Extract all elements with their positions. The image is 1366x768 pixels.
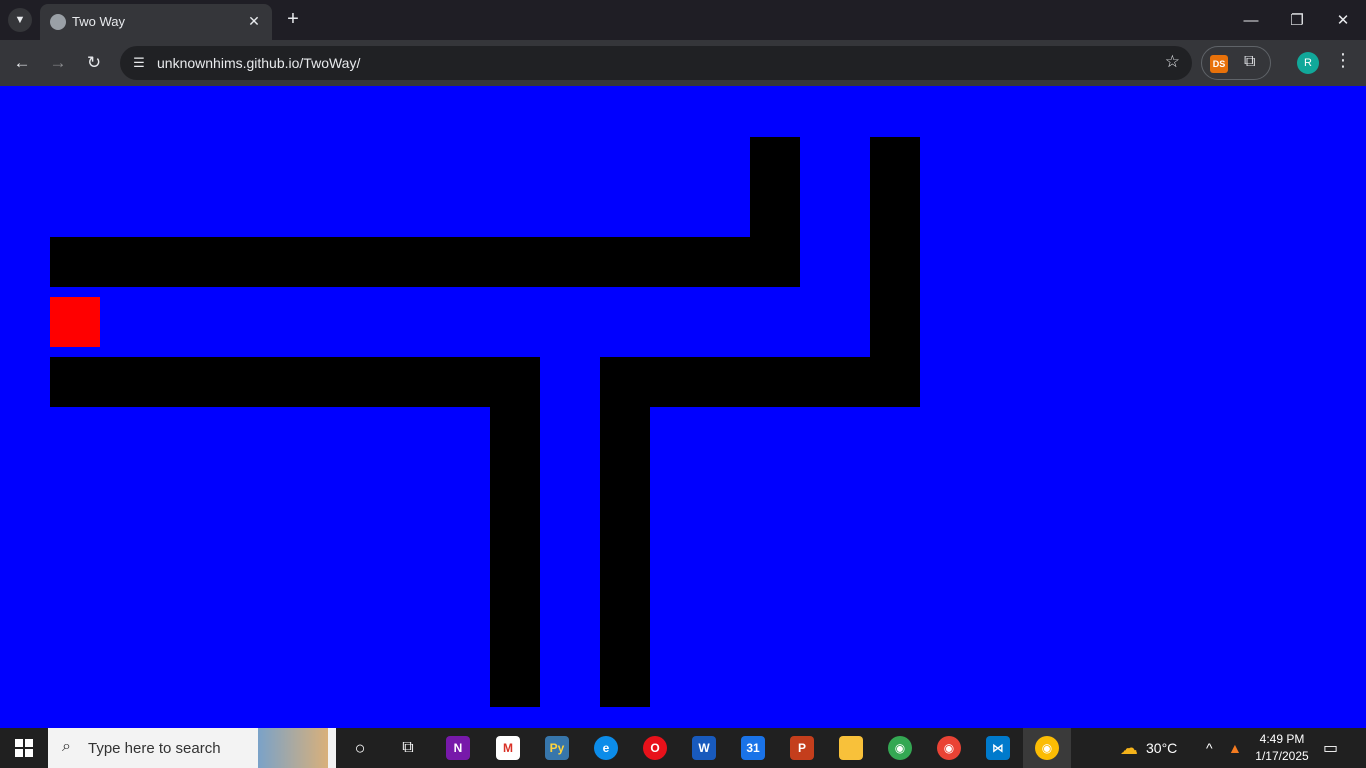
search-highlight-image <box>258 728 328 768</box>
taskbar: ⌕ Type here to search ○ ⧉ N M Py e O W 3… <box>0 728 1366 768</box>
address-bar[interactable]: ☰ unknownhims.github.io/TwoWay/ ☆ <box>120 46 1192 80</box>
browser-toolbar: ← → ↻ ☰ unknownhims.github.io/TwoWay/ ☆ … <box>0 40 1366 86</box>
start-button[interactable] <box>0 728 48 768</box>
globe-icon <box>50 14 66 30</box>
cortana-icon[interactable]: ○ <box>348 736 372 760</box>
tab-two-way[interactable]: Two Way ✕ <box>40 4 272 40</box>
wall-lower-left-horizontal <box>50 357 540 407</box>
close-window-button[interactable]: ✕ <box>1320 0 1366 40</box>
task-view-icon[interactable]: ⧉ <box>396 736 420 760</box>
word-icon[interactable]: W <box>692 736 716 760</box>
show-hidden-icons-button[interactable]: ^ <box>1206 728 1213 768</box>
weather-temp: 30°C <box>1146 740 1178 756</box>
reload-button[interactable]: ↻ <box>82 51 106 75</box>
new-tab-button[interactable]: + <box>282 8 304 30</box>
url-text[interactable]: unknownhims.github.io/TwoWay/ <box>157 55 360 71</box>
edge-icon[interactable]: e <box>594 736 618 760</box>
ds-extension-icon[interactable]: DS <box>1210 55 1228 73</box>
weather-widget[interactable]: ☁ 30°C <box>1120 728 1177 768</box>
search-icon: ⌕ <box>62 738 71 755</box>
game-area[interactable] <box>0 86 1366 728</box>
vscode-icon[interactable]: ⋈ <box>986 736 1010 760</box>
bookmark-star-icon[interactable]: ☆ <box>1165 52 1180 72</box>
forward-button[interactable]: → <box>46 51 70 75</box>
action-center-icon[interactable]: ▭ <box>1323 728 1338 768</box>
close-tab-button[interactable]: ✕ <box>244 11 264 31</box>
chrome-active-icon[interactable]: ◉ <box>1035 736 1059 760</box>
python-icon[interactable]: Py <box>545 736 569 760</box>
restore-button[interactable]: ❐ <box>1274 0 1320 40</box>
extensions-puzzle-icon[interactable]: ⧉ <box>1244 53 1255 71</box>
notification-app-icon[interactable]: ▲ <box>1228 728 1242 768</box>
chrome-icon[interactable]: ◉ <box>937 736 961 760</box>
tab-title: Two Way <box>72 14 125 29</box>
minimize-button[interactable]: — <box>1228 0 1274 40</box>
opera-icon[interactable]: O <box>643 736 667 760</box>
taskbar-search-box[interactable]: ⌕ Type here to search <box>48 728 336 768</box>
extensions-group: DS ⧉ <box>1201 46 1271 80</box>
onenote-icon[interactable]: N <box>446 736 470 760</box>
wall-upper-vertical-left <box>750 137 800 287</box>
clock[interactable]: 4:49 PM 1/17/2025 <box>1250 731 1314 765</box>
wall-right-down-vertical <box>600 357 650 707</box>
wall-left-down-vertical <box>490 357 540 707</box>
profile-avatar[interactable]: R <box>1297 52 1319 74</box>
gmail-icon[interactable]: M <box>496 736 520 760</box>
player-square <box>50 297 100 347</box>
calendar-icon[interactable]: 31 <box>741 736 765 760</box>
search-placeholder: Type here to search <box>88 740 221 757</box>
wall-upper-horizontal <box>50 237 800 287</box>
back-button[interactable]: ← <box>10 51 34 75</box>
file-explorer-icon[interactable] <box>839 736 863 760</box>
more-menu-icon[interactable]: ⋮ <box>1334 50 1352 71</box>
clock-time: 4:49 PM <box>1259 732 1305 746</box>
windows-logo-icon <box>15 739 33 757</box>
chrome-profile-icon[interactable]: ◉ <box>888 736 912 760</box>
site-info-icon[interactable]: ☰ <box>128 52 150 74</box>
weather-icon: ☁ <box>1120 737 1138 758</box>
tab-strip: ▼ Two Way ✕ + — ❐ ✕ <box>0 0 1366 40</box>
powerpoint-icon[interactable]: P <box>790 736 814 760</box>
clock-date: 1/17/2025 <box>1255 749 1309 763</box>
tab-search-menu-button[interactable]: ▼ <box>8 8 32 32</box>
